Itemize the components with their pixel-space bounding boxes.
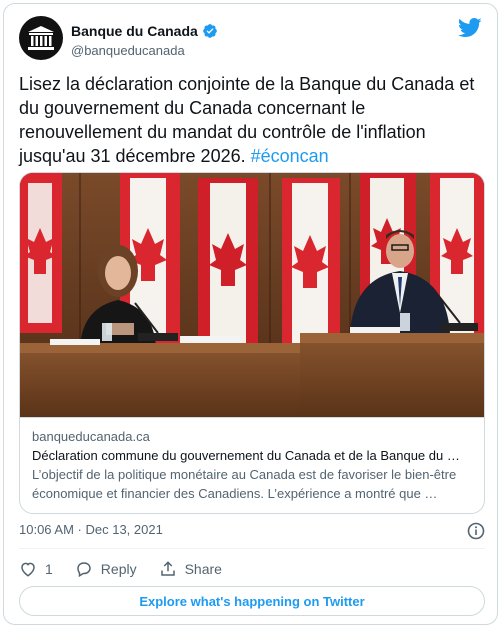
share-button[interactable]: Share <box>159 560 222 578</box>
heart-icon <box>21 562 35 577</box>
tweet-card: Banque du Canada @banqueducanada Lisez l… <box>3 3 498 625</box>
tweet-body: Lisez la déclaration conjointe de la Ban… <box>19 74 475 166</box>
reply-button[interactable]: Reply <box>75 560 137 578</box>
press-conference-photo[interactable] <box>20 173 484 417</box>
account-name-row: Banque du Canada <box>71 23 218 39</box>
account-handle[interactable]: @banqueducanada <box>71 43 185 58</box>
twitter-bird-icon[interactable] <box>458 18 482 38</box>
link-title: Déclaration commune du gouvernement du C… <box>32 448 460 463</box>
divider <box>19 548 485 549</box>
timestamp-row: 10:06 AM · Dec 13, 2021 <box>19 522 487 542</box>
reply-label: Reply <box>100 561 137 577</box>
share-label: Share <box>184 561 222 577</box>
share-upload-icon <box>160 561 175 576</box>
hashtag-link[interactable]: #éconcan <box>251 146 329 166</box>
tweet-text: Lisez la déclaration conjointe de la Ban… <box>19 72 487 168</box>
bank-building-icon <box>28 26 54 50</box>
link-meta: banqueducanada.ca Déclaration commune du… <box>20 417 484 513</box>
tweet-header: Banque du Canada @banqueducanada <box>19 16 482 66</box>
link-description: L’objectif de la politique monétaire au … <box>32 467 457 501</box>
photo-image <box>20 173 484 417</box>
explore-twitter-button[interactable]: Explore what's happening on Twitter <box>19 586 485 616</box>
reply-bubble-icon <box>77 562 91 578</box>
avatar[interactable] <box>19 16 63 60</box>
timestamp[interactable]: 10:06 AM · Dec 13, 2021 <box>19 522 163 537</box>
link-preview-card[interactable]: banqueducanada.ca Déclaration commune du… <box>19 172 485 514</box>
link-domain: banqueducanada.ca <box>32 429 150 444</box>
action-bar: 1 Reply Share <box>19 557 244 581</box>
like-count: 1 <box>45 561 53 577</box>
info-icon[interactable] <box>467 522 485 540</box>
verified-badge-icon <box>202 24 217 38</box>
like-button[interactable]: 1 <box>19 560 53 578</box>
account-name[interactable]: Banque du Canada <box>71 23 198 39</box>
